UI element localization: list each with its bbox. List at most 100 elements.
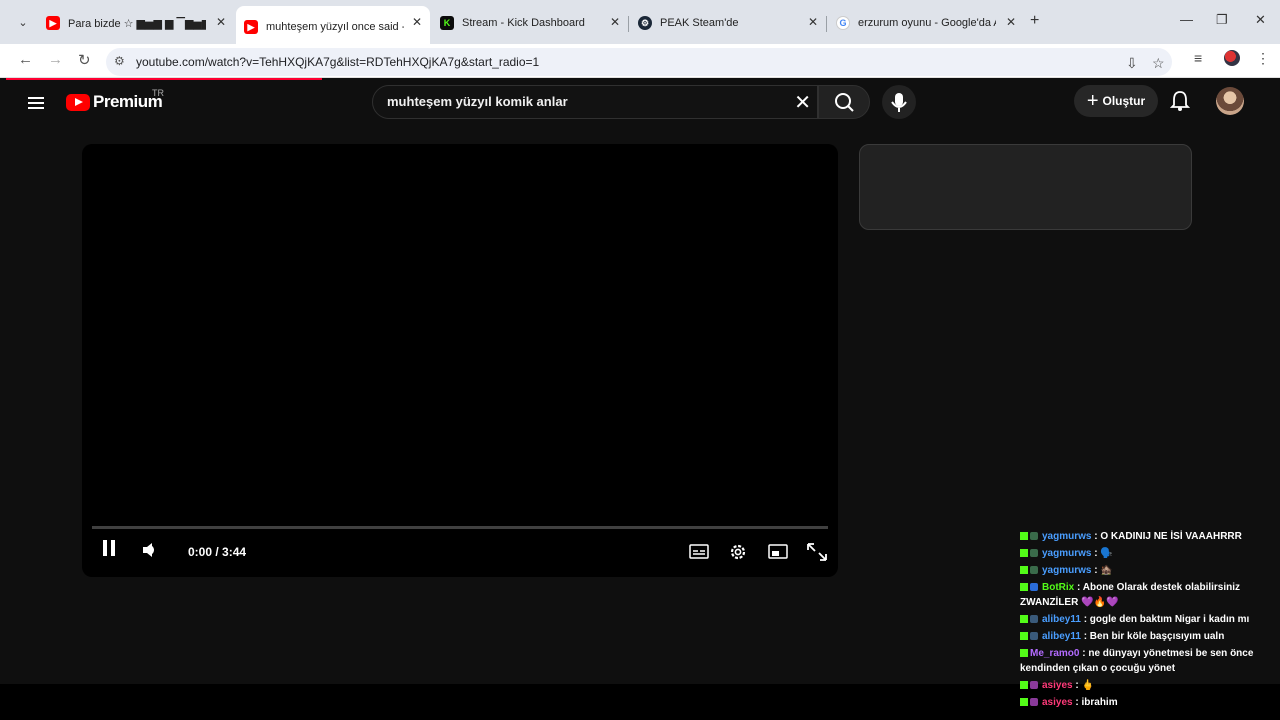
steam-icon: ⚙ (638, 16, 652, 30)
install-app-icon[interactable]: ⇩ (1126, 55, 1138, 72)
new-tab-icon[interactable]: + (1030, 12, 1039, 30)
chat-username: asiyes (1042, 697, 1073, 708)
tab-separator (628, 16, 629, 32)
reload-icon[interactable]: ↻ (78, 51, 91, 69)
chat-text: : ibrahim (1075, 697, 1118, 708)
pause-icon[interactable] (102, 540, 116, 556)
google-icon: G (836, 16, 850, 30)
close-tab-icon[interactable]: ✕ (808, 15, 818, 29)
sub-badge-icon (1030, 532, 1038, 541)
tab-title: erzurum oyunu - Google'da Ara (858, 17, 996, 29)
browser-toolbar: ← → ↻ ⚙ youtube.com/watch?v=TehHXQjKA7g&… (0, 44, 1280, 78)
subtitles-icon[interactable] (689, 544, 709, 559)
tab-title: PEAK Steam'de (660, 17, 739, 29)
kick-badge-icon (1020, 632, 1028, 641)
minimize-icon[interactable]: — (1180, 12, 1193, 27)
youtube-icon: ▶ (46, 16, 60, 30)
microphone-icon (891, 93, 907, 112)
tab-muhtesem-yuzyil[interactable]: ▶ muhteşem yüzyıl once said - Yo ✕ (236, 6, 430, 44)
search-button[interactable] (818, 85, 870, 119)
chat-username: Me_ramo0 (1030, 648, 1080, 659)
browser-menu-icon[interactable]: ⋮ (1256, 50, 1270, 67)
bookmark-star-icon[interactable]: ☆ (1152, 55, 1165, 72)
chat-username: alibey11 (1042, 614, 1081, 625)
chat-text: : gogle den baktım Nigar i kadın mı (1083, 614, 1250, 625)
kick-icon: K (440, 16, 454, 30)
chat-message: alibey11 : Ben bir köle başçısıyım ualn (1020, 629, 1260, 644)
chat-username: asiyes (1042, 680, 1073, 691)
close-tab-icon[interactable]: ✕ (216, 15, 226, 29)
create-button[interactable]: + Oluştur (1074, 85, 1158, 117)
chat-message: asiyes : ibrahim (1020, 695, 1260, 710)
chat-username: BotRix (1042, 582, 1075, 593)
chat-username: yagmurws (1042, 548, 1092, 559)
tab-separator (826, 16, 827, 32)
restore-icon[interactable]: ❐ (1216, 12, 1228, 28)
search-icon (835, 93, 854, 112)
chat-text: : 🗣️ (1094, 548, 1113, 559)
chat-line-cutoff (1020, 520, 1260, 527)
clear-search-icon[interactable]: ✕ (794, 90, 811, 115)
tab-title: Stream - Kick Dashboard (462, 17, 585, 29)
chat-text: : Ben bir köle başçısıyım ualn (1083, 631, 1225, 642)
theater-mode-icon[interactable] (768, 544, 788, 559)
sub-badge-icon (1030, 632, 1038, 641)
tab-erzurum-oyunu[interactable]: G erzurum oyunu - Google'da Ara ✕ (836, 10, 1016, 36)
chat-message: yagmurws : 🏚️ (1020, 563, 1260, 578)
forward-icon[interactable]: → (48, 51, 63, 68)
notifications-bell-icon[interactable] (1170, 90, 1190, 112)
country-code: TR (152, 88, 164, 98)
back-icon[interactable]: ← (18, 51, 33, 68)
media-control-icon[interactable]: ≡ (1194, 50, 1202, 66)
chat-message: yagmurws : 🗣️ (1020, 546, 1260, 561)
tab-para-bizde[interactable]: ▶ Para bizde ☆ ▆▅▆ ▆ ▔▆▅▆ ✕ (46, 10, 226, 36)
voice-search-button[interactable] (882, 85, 916, 119)
close-window-icon[interactable]: ✕ (1255, 12, 1266, 28)
tab-peak-steam[interactable]: ⚙ PEAK Steam'de ✕ (638, 10, 818, 36)
sub-badge-icon (1030, 549, 1038, 558)
chat-text: : 🖕 (1075, 680, 1094, 691)
chat-message: Me_ramo0 : ne dünyayı yönetmesi be sen ö… (1020, 646, 1260, 676)
video-player[interactable]: 0:00 / 3:44 (82, 144, 838, 577)
tab-kick-dashboard[interactable]: K Stream - Kick Dashboard ✕ (440, 10, 620, 36)
search-query: muhteşem yüzyıl komik anlar (387, 94, 568, 109)
close-tab-icon[interactable]: ✕ (1006, 15, 1016, 29)
sub-badge-icon (1030, 681, 1038, 690)
chat-message: asiyes : 🖕 (1020, 678, 1260, 693)
create-label: Oluştur (1102, 94, 1146, 108)
kick-badge-icon (1020, 583, 1028, 592)
close-tab-icon[interactable]: ✕ (610, 15, 620, 29)
menu-icon[interactable] (28, 94, 44, 112)
chat-username: alibey11 (1042, 631, 1081, 642)
fullscreen-icon[interactable] (806, 542, 828, 562)
user-avatar[interactable] (1216, 87, 1244, 115)
volume-icon[interactable] (142, 542, 160, 558)
kick-badge-icon (1020, 615, 1028, 624)
settings-gear-icon[interactable] (728, 542, 748, 562)
kick-badge-icon (1020, 549, 1028, 558)
video-time: 0:00 / 3:44 (188, 545, 247, 559)
sub-badge-icon (1030, 566, 1038, 575)
site-info-icon[interactable]: ⚙ (114, 54, 125, 68)
close-tab-icon[interactable]: ✕ (412, 15, 422, 29)
profile-avatar[interactable] (1224, 50, 1240, 66)
tab-search-dropdown-icon[interactable]: ⌄ (12, 12, 34, 34)
youtube-icon: ▶ (244, 20, 258, 34)
youtube-logo-icon (66, 93, 90, 111)
chat-username: yagmurws (1042, 565, 1092, 576)
youtube-premium-logo[interactable]: Premium TR (66, 88, 164, 112)
video-progress-bar[interactable] (92, 526, 828, 529)
kick-badge-icon (1020, 532, 1028, 541)
url-text: youtube.com/watch?v=TehHXQjKA7g&list=RDT… (136, 55, 540, 69)
browser-tab-bar: ⌄ ▶ Para bizde ☆ ▆▅▆ ▆ ▔▆▅▆ ✕ ▶ muhteşem… (0, 0, 1280, 44)
sub-badge-icon (1030, 615, 1038, 624)
plus-icon: + (1086, 89, 1099, 112)
address-bar[interactable]: ⚙ youtube.com/watch?v=TehHXQjKA7g&list=R… (106, 48, 1172, 76)
stream-chat-overlay: yagmurws : O KADINIJ NE İSİ VAAAHRRR yag… (1020, 520, 1260, 720)
chat-message: BotRix : Abone Olarak destek olabilirsin… (1020, 580, 1260, 610)
bot-badge-icon (1030, 583, 1038, 592)
tab-title: Para bizde ☆ ▆▅▆ ▆ ▔▆▅▆ (68, 17, 206, 30)
search-input[interactable]: muhteşem yüzyıl komik anlar ✕ (372, 85, 818, 119)
sidebar-placeholder-card (859, 144, 1192, 230)
chat-message: yagmurws : O KADINIJ NE İSİ VAAAHRRR (1020, 529, 1260, 544)
